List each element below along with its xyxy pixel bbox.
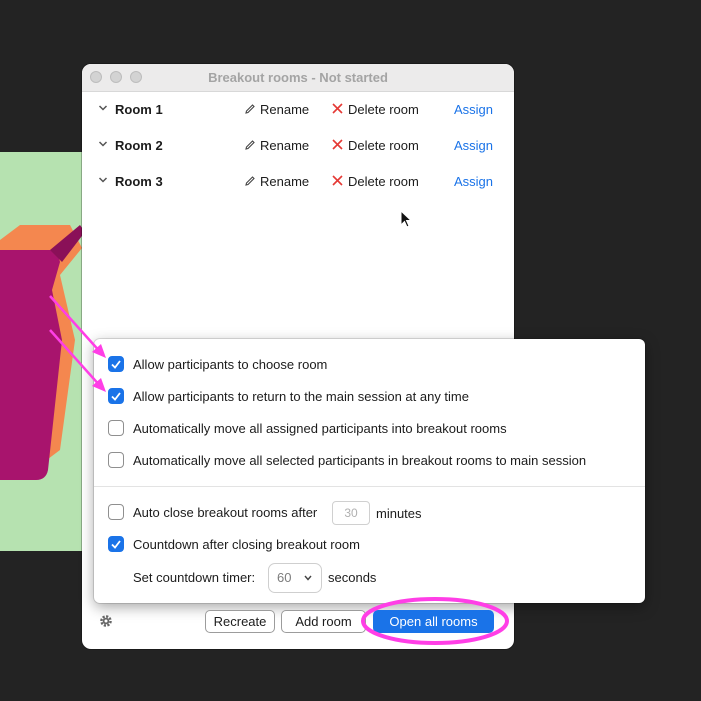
assign-link[interactable]: Assign [454,138,493,153]
arrow-annotations [49,295,106,392]
pencil-icon [245,176,255,186]
return-main-label: Allow participants to return to the main… [133,389,469,404]
auto-move-selected-label: Automatically move all selected particip… [133,453,587,468]
close-window-button[interactable] [90,71,102,83]
countdown-timer-label: Set countdown timer: [133,570,256,585]
mouse-cursor-icon [400,210,413,228]
window-title: Breakout rooms - Not started [208,70,388,85]
seconds-label: seconds [328,570,377,585]
rename-button[interactable]: Rename [244,102,309,117]
countdown-checkbox[interactable] [108,536,124,552]
countdown-label: Countdown after closing breakout room [133,537,360,552]
return-main-checkbox[interactable] [108,388,124,404]
recreate-button[interactable]: Recreate [205,610,275,633]
room-row: Room 3 Rename Delete room Assign [82,172,514,192]
minutes-label: minutes [376,506,422,521]
auto-close-checkbox[interactable] [108,504,124,520]
auto-close-minutes-input[interactable]: 30 [332,501,370,525]
options-panel: Allow participants to choose room Allow … [94,339,645,603]
auto-move-assigned-checkbox[interactable] [108,420,124,436]
chevron-down-icon[interactable] [98,175,108,185]
chevron-down-icon [304,575,312,581]
assign-link[interactable]: Assign [454,102,493,117]
checkmark-icon [111,360,121,369]
room-name: Room 3 [115,174,163,189]
chevron-down-icon[interactable] [98,139,108,149]
assign-link[interactable]: Assign [454,174,493,189]
rename-label: Rename [260,174,310,189]
highlight-ellipse-annotation [361,597,509,645]
countdown-timer-select[interactable]: 60 [268,563,322,593]
room-name: Room 2 [115,138,163,153]
zoom-window-button[interactable] [130,71,142,83]
add-room-button[interactable]: Add room [281,610,366,633]
delete-room-label: Delete room [348,174,419,189]
delete-room-label: Delete room [348,138,419,153]
rename-button[interactable]: Rename [244,174,309,189]
pencil-icon [245,104,255,114]
gear-icon[interactable] [99,614,113,628]
delete-room-button[interactable]: Delete room [332,102,419,117]
delete-room-label: Delete room [348,102,419,117]
checkmark-icon [111,540,121,549]
delete-room-button[interactable]: Delete room [332,138,419,153]
chevron-down-icon[interactable] [98,103,108,113]
delete-x-icon [332,175,343,186]
pencil-icon [245,140,255,150]
countdown-timer-value: 60 [277,570,292,585]
auto-move-selected-checkbox[interactable] [108,452,124,468]
divider [94,486,645,487]
delete-x-icon [332,103,343,114]
auto-close-label: Auto close breakout rooms after [133,505,318,520]
choose-room-checkbox[interactable] [108,356,124,372]
auto-move-assigned-label: Automatically move all assigned particip… [133,421,507,436]
rename-label: Rename [260,138,310,153]
delete-x-icon [332,139,343,150]
minimize-window-button[interactable] [110,71,122,83]
rename-label: Rename [260,102,310,117]
room-name: Room 1 [115,102,163,117]
rename-button[interactable]: Rename [244,138,309,153]
title-bar: Breakout rooms - Not started [82,64,514,92]
room-row: Room 1 Rename Delete room Assign [82,100,514,120]
delete-room-button[interactable]: Delete room [332,174,419,189]
checkmark-icon [111,392,121,401]
room-row: Room 2 Rename Delete room Assign [82,136,514,156]
choose-room-label: Allow participants to choose room [133,357,328,372]
